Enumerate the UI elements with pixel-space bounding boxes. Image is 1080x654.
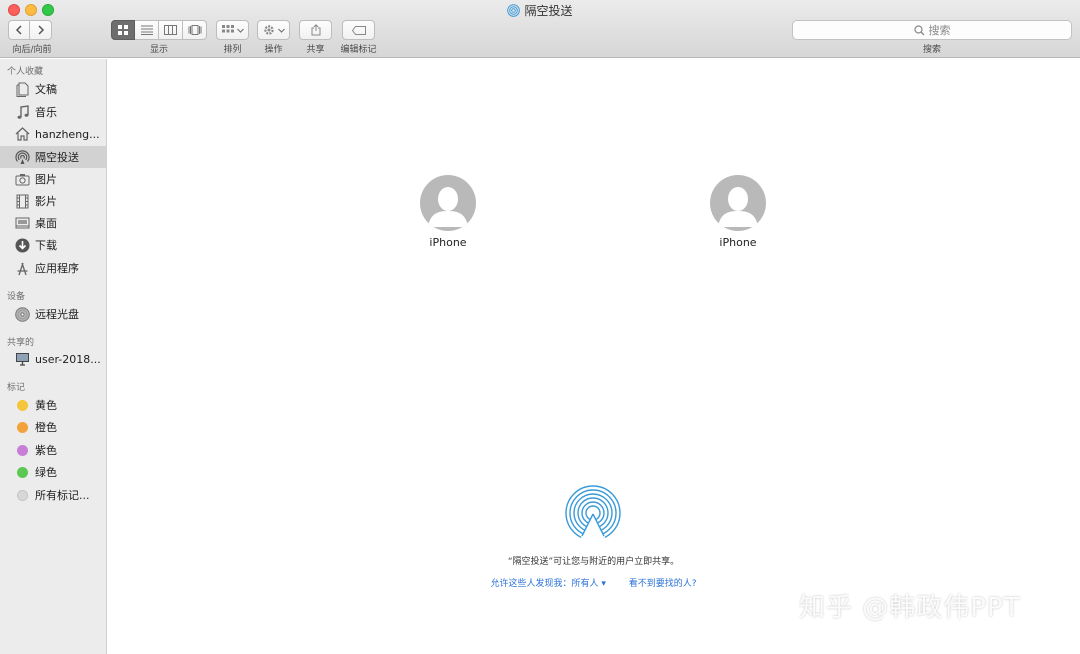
person-avatar-icon [420, 175, 476, 231]
view-label: 显示 [149, 45, 168, 55]
list-icon [140, 25, 153, 35]
document-icon [14, 81, 31, 98]
airdrop-content: iPhone iPhone “隔空投送”可让您与附近的用户立即共享。 允许这些人… [107, 59, 1080, 654]
music-icon [14, 104, 31, 121]
arrange-grid-icon [221, 25, 234, 33]
help-link[interactable]: 看不到要找的人? [629, 579, 697, 589]
share-button[interactable] [299, 20, 332, 40]
coverflow-view-button[interactable] [183, 20, 207, 40]
search-icon [913, 24, 924, 35]
action-button[interactable] [257, 20, 290, 40]
watermark-text: 知乎 @韩政伟PPT [799, 593, 1021, 623]
column-view-button[interactable] [159, 20, 183, 40]
desktop-icon [14, 215, 31, 232]
tag-icon [351, 25, 366, 35]
share-label: 共享 [306, 45, 325, 55]
chevron-down-icon [277, 28, 285, 33]
computer-icon [14, 351, 31, 368]
sidebar-item-remote-disc[interactable]: 远程光盘 [0, 303, 106, 325]
view-mode-buttons [111, 20, 207, 40]
arrange-group [216, 20, 249, 40]
sidebar-item-applications[interactable]: 应用程序 [0, 257, 106, 279]
icon-view-button[interactable] [111, 20, 135, 40]
airdrop-info-text: “隔空投送”可让您与附近的用户立即共享。 [507, 557, 680, 567]
devices-header: 设备 [7, 292, 26, 302]
sidebar-item-tag-yellow[interactable]: 黄色 [0, 394, 106, 416]
device-name: iPhone [719, 236, 757, 249]
tags-header: 标记 [7, 383, 26, 393]
sidebar-item-home[interactable]: hanzheng... [0, 123, 106, 145]
arrange-label: 排列 [223, 45, 242, 55]
green-tag-icon [17, 466, 28, 478]
arrange-button[interactable] [216, 20, 249, 40]
sidebar-item-tag-green[interactable]: 绿色 [0, 461, 106, 483]
search-input[interactable]: 搜索 [792, 20, 1072, 40]
airdrop-radar-icon [565, 485, 621, 542]
yellow-tag-icon [17, 399, 28, 411]
airdrop-device[interactable]: iPhone [688, 175, 788, 249]
gear-icon [263, 25, 274, 35]
favorites-header: 个人收藏 [7, 67, 44, 77]
airdrop-icon [14, 149, 31, 166]
sidebar-item-movies[interactable]: 影片 [0, 190, 106, 212]
action-label: 操作 [264, 45, 283, 55]
tags-label: 编辑标记 [340, 45, 377, 55]
chevron-right-icon [37, 25, 44, 35]
coverflow-icon [188, 25, 201, 35]
home-icon [14, 126, 31, 143]
disc-icon [14, 306, 31, 323]
grid-icon [118, 25, 128, 35]
window-title-text: 隔空投送 [524, 4, 573, 18]
search-label: 搜索 [922, 45, 941, 55]
back-button[interactable] [8, 20, 30, 40]
share-group [299, 20, 332, 40]
all-tags-icon [17, 489, 28, 501]
chevron-down-icon [236, 28, 244, 33]
sidebar-item-all-tags[interactable]: 所有标记... [0, 484, 106, 506]
window-toolbar: 隔空投送 向后/向前 显示 排列 操作 共享 编辑标记 搜索 搜索 [0, 0, 1080, 58]
sidebar: 个人收藏 文稿 音乐 hanzheng... 隔空投送 图片 影片 桌面 下载 … [0, 59, 107, 654]
sidebar-item-pictures[interactable]: 图片 [0, 168, 106, 190]
share-icon [311, 24, 320, 36]
chevron-left-icon [15, 25, 22, 35]
nav-label: 向后/向前 [12, 45, 52, 55]
edit-tags-button[interactable] [342, 20, 375, 40]
sidebar-item-airdrop[interactable]: 隔空投送 [0, 146, 106, 168]
orange-tag-icon [17, 421, 28, 433]
window-title: 隔空投送 [0, 2, 1080, 19]
download-icon [14, 237, 31, 254]
device-name: iPhone [429, 236, 467, 249]
sidebar-item-desktop[interactable]: 桌面 [0, 212, 106, 234]
sidebar-item-tag-orange[interactable]: 橙色 [0, 416, 106, 438]
nav-buttons [8, 20, 52, 40]
forward-button[interactable] [30, 20, 52, 40]
airdrop-device[interactable]: iPhone [398, 175, 498, 249]
sidebar-item-shared-computer[interactable]: user-2018... [0, 348, 106, 370]
applications-icon [14, 260, 31, 277]
person-avatar-icon [710, 175, 766, 231]
discoverable-by-dropdown[interactable]: 允许这些人发现我：所有人 ▾ [490, 579, 605, 589]
purple-tag-icon [17, 444, 28, 456]
list-view-button[interactable] [135, 20, 159, 40]
camera-icon [14, 171, 31, 188]
sidebar-item-music[interactable]: 音乐 [0, 101, 106, 123]
search-placeholder: 搜索 [928, 24, 951, 37]
columns-icon [164, 25, 177, 35]
sidebar-item-tag-purple[interactable]: 紫色 [0, 439, 106, 461]
shared-header: 共享的 [7, 338, 35, 348]
airdrop-icon [507, 4, 521, 17]
tags-group [342, 20, 375, 40]
film-icon [14, 193, 31, 210]
action-group [257, 20, 290, 40]
sidebar-item-documents[interactable]: 文稿 [0, 78, 106, 100]
sidebar-item-downloads[interactable]: 下载 [0, 234, 106, 256]
